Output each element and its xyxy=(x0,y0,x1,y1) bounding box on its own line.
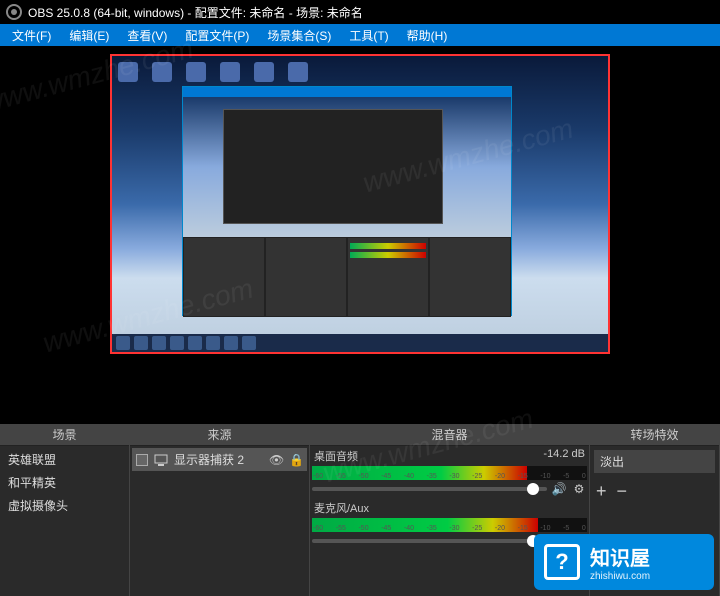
menu-help[interactable]: 帮助(H) xyxy=(399,25,456,46)
captured-nested-obs xyxy=(182,86,512,316)
scenes-panel: 场景 英雄联盟 和平精英 虚拟摄像头 xyxy=(0,424,130,596)
vu-meter: -60-55-50-45-40-35-30-25-20-15-10-50 xyxy=(312,466,587,480)
speaker-icon[interactable]: 🔊 xyxy=(551,482,567,496)
transition-select[interactable]: 淡出 xyxy=(594,450,715,473)
lock-icon[interactable]: 🔒 xyxy=(289,453,303,467)
menu-view[interactable]: 查看(V) xyxy=(119,25,175,46)
brand-name: 知识屋 xyxy=(590,542,650,571)
captured-taskbar xyxy=(112,334,608,352)
transition-selected-label: 淡出 xyxy=(600,455,624,469)
menubar: 文件(F) 编辑(E) 查看(V) 配置文件(P) 场景集合(S) 工具(T) … xyxy=(0,24,720,46)
scenes-list[interactable]: 英雄联盟 和平精英 虚拟摄像头 xyxy=(0,446,129,596)
display-capture-icon xyxy=(154,454,168,466)
volume-slider[interactable] xyxy=(312,539,547,543)
preview-source-selected[interactable] xyxy=(110,54,610,354)
settings-icon[interactable]: ⚙ xyxy=(571,482,587,496)
sources-panel: 来源 显示器捕获 2 👁 🔒 xyxy=(130,424,310,596)
transitions-header: 转场特效 xyxy=(590,424,719,446)
sources-header: 来源 xyxy=(130,424,309,446)
menu-tools[interactable]: 工具(T) xyxy=(341,25,396,46)
source-checkbox[interactable] xyxy=(136,454,148,466)
site-attribution-badge: ? 知识屋 zhishiwu.com xyxy=(534,534,714,590)
remove-transition-button[interactable]: − xyxy=(617,481,628,502)
menu-edit[interactable]: 编辑(E) xyxy=(61,25,117,46)
mixer-channel-desktop: 桌面音频 -14.2 dB -60-55-50-45-40-35-30-25-2… xyxy=(312,448,587,496)
add-transition-button[interactable]: + xyxy=(596,481,607,502)
menu-scene-collection[interactable]: 场景集合(S) xyxy=(259,25,339,46)
scene-item[interactable]: 英雄联盟 xyxy=(2,448,127,471)
question-icon: ? xyxy=(544,544,580,580)
mixer-header: 混音器 xyxy=(310,424,589,446)
menu-profile[interactable]: 配置文件(P) xyxy=(177,25,257,46)
sources-list[interactable]: 显示器捕获 2 👁 🔒 xyxy=(130,446,309,596)
channel-name: 桌面音频 xyxy=(314,448,358,464)
scene-item[interactable]: 和平精英 xyxy=(2,471,127,494)
volume-slider[interactable] xyxy=(312,487,547,491)
menu-file[interactable]: 文件(F) xyxy=(4,25,59,46)
scene-item[interactable]: 虚拟摄像头 xyxy=(2,494,127,517)
brand-domain: zhishiwu.com xyxy=(590,571,650,582)
titlebar: OBS 25.0.8 (64-bit, windows) - 配置文件: 未命名… xyxy=(0,0,720,24)
source-item[interactable]: 显示器捕获 2 👁 🔒 xyxy=(132,448,307,471)
vu-meter: -60-55-50-45-40-35-30-25-20-15-10-50 xyxy=(312,518,587,532)
channel-name: 麦克风/Aux xyxy=(314,500,369,516)
visibility-icon[interactable]: 👁 xyxy=(269,453,283,467)
channel-db: -14.2 dB xyxy=(543,448,585,464)
source-label: 显示器捕获 2 xyxy=(174,451,263,468)
scenes-header: 场景 xyxy=(0,424,129,446)
captured-desktop-icons xyxy=(118,62,308,82)
obs-logo-icon xyxy=(6,4,22,20)
preview-area[interactable] xyxy=(0,46,720,424)
window-title: OBS 25.0.8 (64-bit, windows) - 配置文件: 未命名… xyxy=(28,4,363,21)
